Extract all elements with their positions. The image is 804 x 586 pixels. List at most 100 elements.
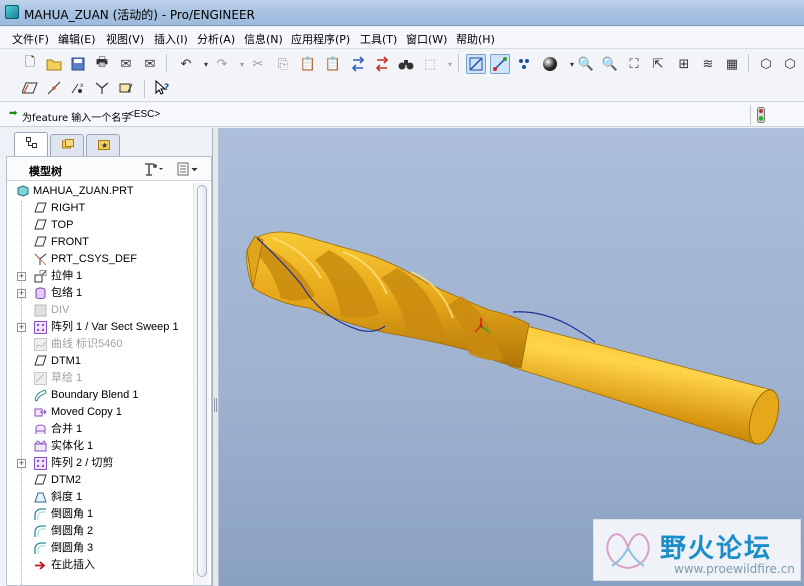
tree-item-solidify-1[interactable]: 实体化 1 xyxy=(7,438,193,455)
regenerate-icon[interactable] xyxy=(348,54,368,74)
tree-show-icon[interactable] xyxy=(177,161,199,177)
model-tree-header: 模型树 xyxy=(7,157,211,181)
menu-info[interactable]: 信息(N) xyxy=(244,31,283,47)
expand-toggle-icon[interactable]: + xyxy=(17,459,26,468)
title-bar: MAHUA_ZUAN (活动的) - Pro/ENGINEER xyxy=(0,0,804,26)
redo-icon[interactable]: ↷ xyxy=(212,54,232,74)
tab-folder-browser[interactable] xyxy=(50,134,84,156)
tree-item-div[interactable]: DIV xyxy=(7,302,193,319)
view-manager-icon[interactable]: ▦ xyxy=(722,54,742,74)
menu-window[interactable]: 窗口(W) xyxy=(406,31,447,47)
tree-item-sketch-1[interactable]: 草绘 1 xyxy=(7,370,193,387)
menu-view[interactable]: 视图(V) xyxy=(106,31,144,47)
reorient-icon[interactable]: ⇱ xyxy=(648,54,668,74)
message-esc-hint: <ESC> xyxy=(128,109,161,120)
trimetric-view-icon[interactable]: ⬡ xyxy=(780,54,800,74)
regen-status-icon xyxy=(757,107,765,123)
isometric-view-icon[interactable]: ⬡ xyxy=(756,54,776,74)
save-icon[interactable] xyxy=(68,54,88,74)
paste-special-icon[interactable]: 📋 xyxy=(323,54,343,74)
tree-item-merge-1[interactable]: 合并 1 xyxy=(7,421,193,438)
regen-manager-icon[interactable] xyxy=(372,54,392,74)
menu-edit[interactable]: 编辑(E) xyxy=(58,31,96,47)
tree-item-moved-copy-1[interactable]: Moved Copy 1 xyxy=(7,404,193,421)
tab-model-tree[interactable] xyxy=(14,132,48,156)
point-tool-icon[interactable]: x xyxy=(68,78,88,98)
saved-views-icon[interactable]: ⊞ xyxy=(674,54,694,74)
zoom-in-icon[interactable]: 🔍 xyxy=(576,54,596,74)
tree-item-pattern-2[interactable]: + 阵列 2 / 切剪 xyxy=(7,455,193,472)
copy-icon[interactable]: ⎘ xyxy=(273,54,293,74)
tree-scrollbar[interactable] xyxy=(193,183,209,585)
layers-icon[interactable]: ≋ xyxy=(698,54,718,74)
toolbar: 🗋 🖶 ✉ ✉ ↶ ▾ ↷ ▾ ✂ ⎘ 📋 📋 ⬚ ▾ ▾ 🔍 🔍 ⛶ ⇱ ⊞ … xyxy=(0,50,804,102)
axis-tool-icon[interactable] xyxy=(44,78,64,98)
print-icon[interactable]: 🖶 xyxy=(92,54,112,74)
undo-icon[interactable]: ↶ xyxy=(176,54,196,74)
tree-item-insert-here[interactable]: 在此插入 xyxy=(7,557,193,574)
wrap-icon xyxy=(34,287,47,300)
menu-file[interactable]: 文件(F) xyxy=(12,31,49,47)
refit-icon[interactable]: ⛶ xyxy=(624,54,644,74)
drill-bit-model[interactable] xyxy=(219,128,804,586)
expand-toggle-icon[interactable]: + xyxy=(17,289,26,298)
message-area: ➡ 为feature 输入一个名字 <ESC> xyxy=(0,103,804,127)
zoom-out-icon[interactable]: 🔍 xyxy=(600,54,620,74)
datum-plane-icon xyxy=(34,474,47,487)
tree-item-label: 合并 1 xyxy=(51,423,83,435)
menu-help[interactable]: 帮助(H) xyxy=(456,31,495,47)
tab-favorites[interactable]: ★ xyxy=(86,134,120,156)
tree-item-round-2[interactable]: 倒圆角 2 xyxy=(7,523,193,540)
menu-tools[interactable]: 工具(T) xyxy=(360,31,397,47)
datum-axis-display-icon[interactable] xyxy=(490,54,510,74)
tree-item-round-3[interactable]: 倒圆角 3 xyxy=(7,540,193,557)
tree-item-dtm2[interactable]: DTM2 xyxy=(7,472,193,489)
curve-icon xyxy=(34,338,47,351)
csys-tool-icon[interactable] xyxy=(92,78,112,98)
tree-scrollbar-thumb[interactable] xyxy=(197,185,207,577)
tree-item-pattern-1[interactable]: + 阵列 1 / Var Sect Sweep 1 xyxy=(7,319,193,336)
tree-item-curve[interactable]: 曲线 标识5460 xyxy=(7,336,193,353)
menu-insert[interactable]: 插入(I) xyxy=(154,31,188,47)
find-icon[interactable] xyxy=(396,54,416,74)
datum-plane-display-icon[interactable] xyxy=(466,54,486,74)
context-help-icon[interactable]: ? xyxy=(152,78,172,98)
merge-icon xyxy=(34,423,47,436)
datum-plane-icon xyxy=(34,219,47,232)
expand-toggle-icon[interactable]: + xyxy=(17,272,26,281)
new-file-icon[interactable]: 🗋 xyxy=(20,54,40,74)
tree-settings-icon[interactable] xyxy=(143,161,165,177)
select-box-icon[interactable]: ⬚ xyxy=(420,54,440,74)
menu-analysis[interactable]: 分析(A) xyxy=(197,31,235,47)
expand-toggle-icon[interactable]: + xyxy=(17,323,26,332)
tree-item-boundary-blend-1[interactable]: Boundary Blend 1 xyxy=(7,387,193,404)
round-icon xyxy=(34,508,47,521)
tree-item-dtm1[interactable]: DTM1 xyxy=(7,353,193,370)
menu-applications[interactable]: 应用程序(P) xyxy=(291,31,350,47)
tree-item-right[interactable]: RIGHT xyxy=(7,200,193,217)
tree-item-label: DIV xyxy=(51,304,70,316)
model-tree-tab-icon xyxy=(26,137,37,148)
insert-here-icon xyxy=(34,559,47,572)
tree-item-extrude-1[interactable]: + 拉伸 1 xyxy=(7,268,193,285)
send-link-icon[interactable]: ✉ xyxy=(140,54,160,74)
tree-item-front[interactable]: FRONT xyxy=(7,234,193,251)
tree-item-wrap-1[interactable]: + 包络 1 xyxy=(7,285,193,302)
send-mail-icon[interactable]: ✉ xyxy=(116,54,136,74)
sash-grip[interactable] xyxy=(214,398,217,412)
plane-tool-icon[interactable] xyxy=(20,78,40,98)
tree-root-part[interactable]: MAHUA_ZUAN.PRT xyxy=(7,183,193,200)
tree-item-top[interactable]: TOP xyxy=(7,217,193,234)
graphics-window[interactable] xyxy=(219,128,804,586)
sketch-tool-icon[interactable] xyxy=(116,78,136,98)
select-dropdown-icon[interactable]: ▾ xyxy=(440,54,460,74)
paste-icon[interactable]: 📋 xyxy=(298,54,318,74)
model-tree: MAHUA_ZUAN.PRT RIGHT TOP FRONT PRT_CSYS_… xyxy=(7,183,193,585)
tree-item-csys[interactable]: PRT_CSYS_DEF xyxy=(7,251,193,268)
open-folder-icon[interactable] xyxy=(44,54,64,74)
shading-icon[interactable] xyxy=(540,54,560,74)
datum-point-display-icon[interactable] xyxy=(514,54,534,74)
tree-item-round-1[interactable]: 倒圆角 1 xyxy=(7,506,193,523)
cut-icon[interactable]: ✂ xyxy=(248,54,268,74)
tree-item-draft-1[interactable]: 斜度 1 xyxy=(7,489,193,506)
